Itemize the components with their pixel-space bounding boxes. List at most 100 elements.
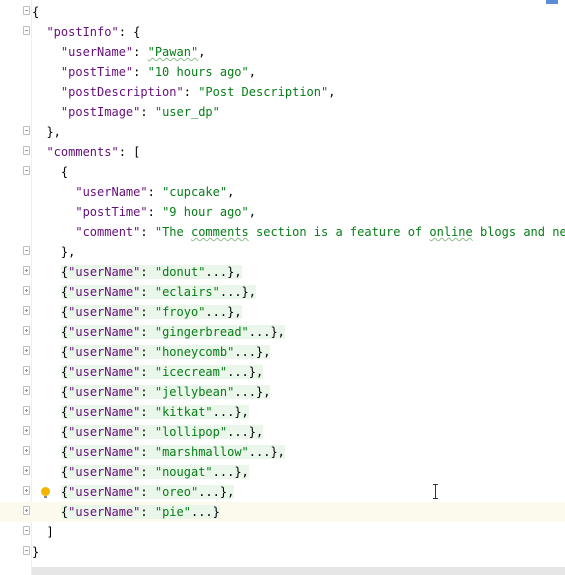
fold-collapse-icon[interactable]: [23, 6, 30, 15]
folded-block[interactable]: {"userName": "kitkat"...},: [60, 405, 249, 419]
json-punctuation: ...},: [227, 365, 264, 379]
json-string: section is a feature of: [248, 225, 430, 239]
folded-block[interactable]: {"userName": "lollipop"...},: [60, 425, 264, 439]
fold-collapse-icon[interactable]: [23, 146, 30, 155]
code-line[interactable]: ]: [0, 522, 565, 542]
json-punctuation: :: [140, 285, 155, 299]
code-text: ]: [32, 525, 53, 539]
json-punctuation: ,: [248, 205, 256, 219]
fold-collapse-icon[interactable]: [23, 546, 30, 555]
json-punctuation: ...}: [190, 505, 220, 519]
folded-block[interactable]: {"userName": "jellybean"...},: [60, 385, 271, 399]
folded-block[interactable]: {"userName": "froyo"...},: [60, 305, 242, 319]
code-line[interactable]: {"userName": "kitkat"...},: [0, 402, 565, 422]
code-line[interactable]: {"userName": "jellybean"...},: [0, 382, 565, 402]
fold-expand-icon[interactable]: [23, 286, 30, 295]
fold-collapse-icon[interactable]: [23, 26, 30, 35]
json-punctuation: :: [140, 265, 155, 279]
code-line[interactable]: "comment": "The comments section is a fe…: [0, 222, 565, 242]
folded-block[interactable]: {"userName": "pie"...}: [60, 505, 220, 519]
fold-expand-icon[interactable]: [23, 326, 30, 335]
code-line[interactable]: {"userName": "lollipop"...},: [0, 422, 565, 442]
code-line[interactable]: "postDescription": "Post Description",: [0, 82, 565, 102]
fold-collapse-icon[interactable]: [23, 126, 30, 135]
fold-expand-icon[interactable]: [23, 486, 30, 495]
json-punctuation: : [: [118, 145, 141, 159]
fold-expand-icon[interactable]: [23, 506, 30, 515]
code-text: {"userName": "icecream"...},: [32, 365, 264, 379]
code-line[interactable]: {"userName": "froyo"...},: [0, 302, 565, 322]
code-line[interactable]: {"userName": "pie"...}: [0, 502, 565, 522]
fold-expand-icon[interactable]: [23, 366, 30, 375]
code-line[interactable]: {"userName": "marshmallow"...},: [0, 442, 565, 462]
code-line[interactable]: {"userName": "honeycomb"...},: [0, 342, 565, 362]
json-string: blogs and news: [479, 225, 565, 239]
json-punctuation: ,: [227, 185, 235, 199]
code-line[interactable]: {: [0, 2, 565, 22]
json-punctuation: :: [147, 185, 163, 199]
folded-block[interactable]: {"userName": "honeycomb"...},: [60, 345, 271, 359]
fold-expand-icon[interactable]: [23, 266, 30, 275]
code-line[interactable]: },: [0, 242, 565, 262]
json-punctuation: :: [140, 105, 155, 119]
code-line[interactable]: "userName": "Pawan",: [0, 42, 565, 62]
json-punctuation: ...},: [248, 445, 285, 459]
code-line[interactable]: {"userName": "nougat"...},: [0, 462, 565, 482]
json-key: "userName": [68, 285, 141, 299]
folded-block[interactable]: {"userName": "marshmallow"...},: [60, 445, 285, 459]
code-text: {"userName": "honeycomb"...},: [32, 345, 271, 359]
code-line[interactable]: "postImage": "user_dp": [0, 102, 565, 122]
code-text: {"userName": "nougat"...},: [32, 465, 249, 479]
code-line[interactable]: "postTime": "9 hour ago",: [0, 202, 565, 222]
code-text: {"userName": "jellybean"...},: [32, 385, 271, 399]
json-string: "eclairs": [154, 285, 220, 299]
fold-expand-icon[interactable]: [23, 386, 30, 395]
folded-block[interactable]: {"userName": "gingerbread"...},: [60, 325, 285, 339]
code-text: "comments": [: [32, 145, 140, 159]
code-line[interactable]: "userName": "cupcake",: [0, 182, 565, 202]
json-punctuation: :: [147, 205, 163, 219]
folded-block[interactable]: {"userName": "donut"...},: [60, 265, 242, 279]
code-text: },: [32, 125, 60, 139]
json-string: "donut": [154, 265, 206, 279]
folded-block[interactable]: {"userName": "nougat"...},: [60, 465, 249, 479]
code-line[interactable]: {"userName": "donut"...},: [0, 262, 565, 282]
fold-expand-icon[interactable]: [23, 426, 30, 435]
code-line[interactable]: }: [0, 542, 565, 562]
code-line[interactable]: "postTime": "10 hours ago",: [0, 62, 565, 82]
fold-expand-icon[interactable]: [23, 406, 30, 415]
fold-collapse-icon[interactable]: [23, 246, 30, 255]
code-text: "postInfo": {: [32, 25, 140, 39]
json-string: "user_dp": [154, 105, 220, 119]
code-line[interactable]: },: [0, 122, 565, 142]
fold-collapse-icon[interactable]: [23, 526, 30, 535]
code-line[interactable]: {: [0, 162, 565, 182]
code-line[interactable]: "comments": [: [0, 142, 565, 162]
fold-collapse-icon[interactable]: [23, 166, 30, 175]
fold-expand-icon[interactable]: [23, 466, 30, 475]
json-key: "userName": [68, 305, 141, 319]
json-string: "Post Description": [198, 85, 329, 99]
fold-expand-icon[interactable]: [23, 306, 30, 315]
json-string: "9 hour ago": [162, 205, 249, 219]
code-line[interactable]: {"userName": "eclairs"...},: [0, 282, 565, 302]
folded-block[interactable]: {"userName": "oreo"...},: [60, 485, 235, 499]
folded-block[interactable]: {"userName": "eclairs"...},: [60, 285, 256, 299]
code-text: "comment": "The comments section is a fe…: [32, 225, 565, 239]
json-string: "pie": [154, 505, 191, 519]
json-key: "postDescription": [60, 85, 184, 99]
json-punctuation: ...},: [212, 405, 249, 419]
fold-expand-icon[interactable]: [23, 446, 30, 455]
code-line[interactable]: {"userName": "gingerbread"...},: [0, 322, 565, 342]
code-line[interactable]: "postInfo": {: [0, 22, 565, 42]
horizontal-scrollbar[interactable]: [32, 567, 565, 575]
json-editor[interactable]: { "postInfo": { "userName": "Pawan", "po…: [0, 0, 565, 575]
json-punctuation: :: [140, 505, 155, 519]
code-text: "postTime": "10 hours ago",: [32, 65, 256, 79]
folded-block[interactable]: {"userName": "icecream"...},: [60, 365, 264, 379]
code-line[interactable]: {"userName": "oreo"...},: [0, 482, 565, 502]
code-line[interactable]: {"userName": "icecream"...},: [0, 362, 565, 382]
code-text: "postImage": "user_dp": [32, 105, 220, 119]
json-key: "userName": [68, 365, 141, 379]
fold-expand-icon[interactable]: [23, 346, 30, 355]
